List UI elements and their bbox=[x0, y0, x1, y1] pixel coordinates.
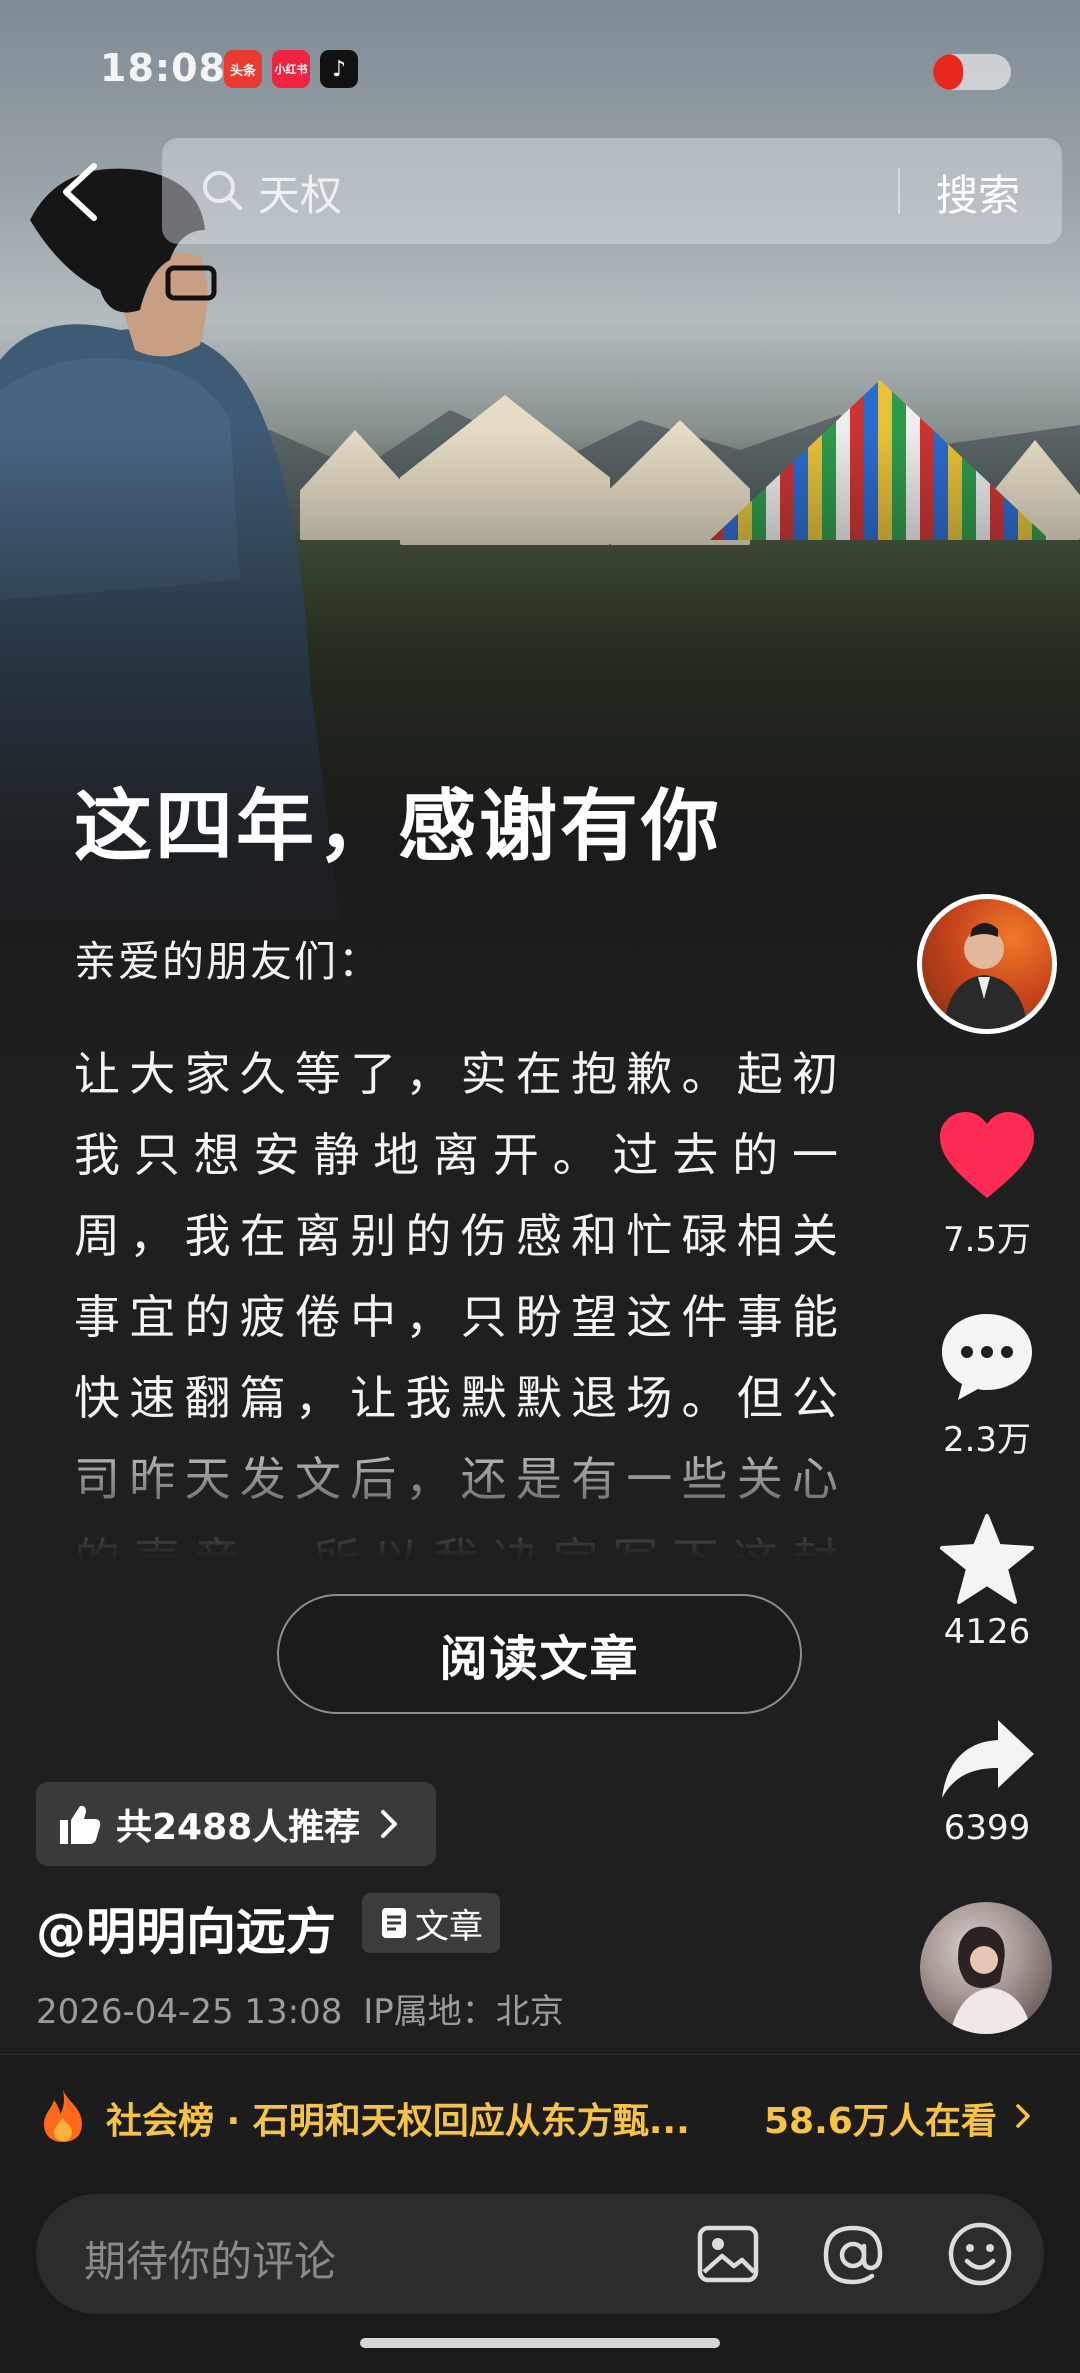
mention-at-icon[interactable] bbox=[820, 2222, 886, 2288]
search-icon bbox=[203, 171, 242, 210]
status-time: 18:08 bbox=[100, 46, 226, 90]
xiaohongshu-icon: 小红书 bbox=[272, 50, 310, 88]
search-divider bbox=[898, 168, 900, 214]
search-input[interactable]: 天权 bbox=[258, 162, 342, 223]
hot-viewer-count: 58.6万人在看 bbox=[764, 2101, 997, 2142]
avatar-portrait-icon bbox=[944, 923, 1028, 1029]
document-icon bbox=[382, 1908, 406, 1938]
like-count: 7.5万 bbox=[942, 1220, 1032, 1260]
music-cover-icon bbox=[950, 1926, 1032, 2034]
article-greeting: 亲爱的朋友们： bbox=[74, 937, 383, 986]
recommend-label: 共2488人推荐 bbox=[116, 1807, 361, 1848]
chevron-right-icon bbox=[381, 1810, 398, 1838]
share-count: 6399 bbox=[943, 1808, 1031, 1848]
author-name[interactable]: @明明向远方 bbox=[36, 1892, 336, 1964]
article-title: 这四年，感谢有你 bbox=[74, 782, 723, 872]
chevron-right-icon bbox=[1016, 2104, 1030, 2128]
article-excerpt: 让大家久等了，实在抱歉。起初我只想安静地离开。过去的一周，我在离别的伤感和忙碌相… bbox=[74, 1034, 844, 1560]
comment-bubble-icon[interactable] bbox=[938, 1310, 1036, 1402]
search-button[interactable]: 搜索 bbox=[936, 162, 1020, 223]
favorite-star-icon[interactable] bbox=[938, 1512, 1036, 1608]
emoji-icon[interactable] bbox=[946, 2220, 1014, 2288]
article-tag-label: 文章 bbox=[415, 1906, 483, 1947]
thumbs-up-icon bbox=[60, 1805, 101, 1844]
news-app-icon: 头条 bbox=[224, 50, 262, 88]
home-indicator[interactable] bbox=[360, 2338, 720, 2348]
flame-icon bbox=[44, 2090, 82, 2142]
recording-indicator bbox=[933, 54, 1011, 90]
author-avatar[interactable] bbox=[917, 894, 1057, 1034]
post-datetime: 2026-04-25 13:08 bbox=[36, 1992, 343, 2032]
favorite-count: 4126 bbox=[943, 1612, 1031, 1652]
douyin-icon: ♪ bbox=[320, 50, 358, 88]
recommend-pill[interactable]: 共2488人推荐 bbox=[36, 1782, 436, 1866]
article-tag: 文章 bbox=[362, 1893, 500, 1953]
comment-count: 2.3万 bbox=[942, 1420, 1032, 1460]
music-disc[interactable] bbox=[920, 1902, 1052, 2034]
back-arrow-icon[interactable] bbox=[56, 162, 106, 222]
image-icon[interactable] bbox=[696, 2222, 760, 2286]
comment-input[interactable]: 期待你的评论 bbox=[84, 2228, 336, 2289]
ip-location: IP属地：北京 bbox=[363, 1992, 564, 2032]
article-body: 让大家久等了，实在抱歉。起初我只想安静地离开。过去的一周，我在离别的伤感和忙碌相… bbox=[74, 1047, 844, 1560]
share-arrow-icon[interactable] bbox=[938, 1714, 1036, 1802]
read-article-button[interactable]: 阅读文章 bbox=[277, 1594, 802, 1714]
like-heart-icon[interactable] bbox=[938, 1110, 1036, 1200]
post-meta: 2026-04-25 13:08 IP属地：北京 bbox=[36, 1984, 564, 2033]
hot-topic-text[interactable]: 社会榜 · 石明和天权回应从东方甄... bbox=[106, 2092, 690, 2144]
